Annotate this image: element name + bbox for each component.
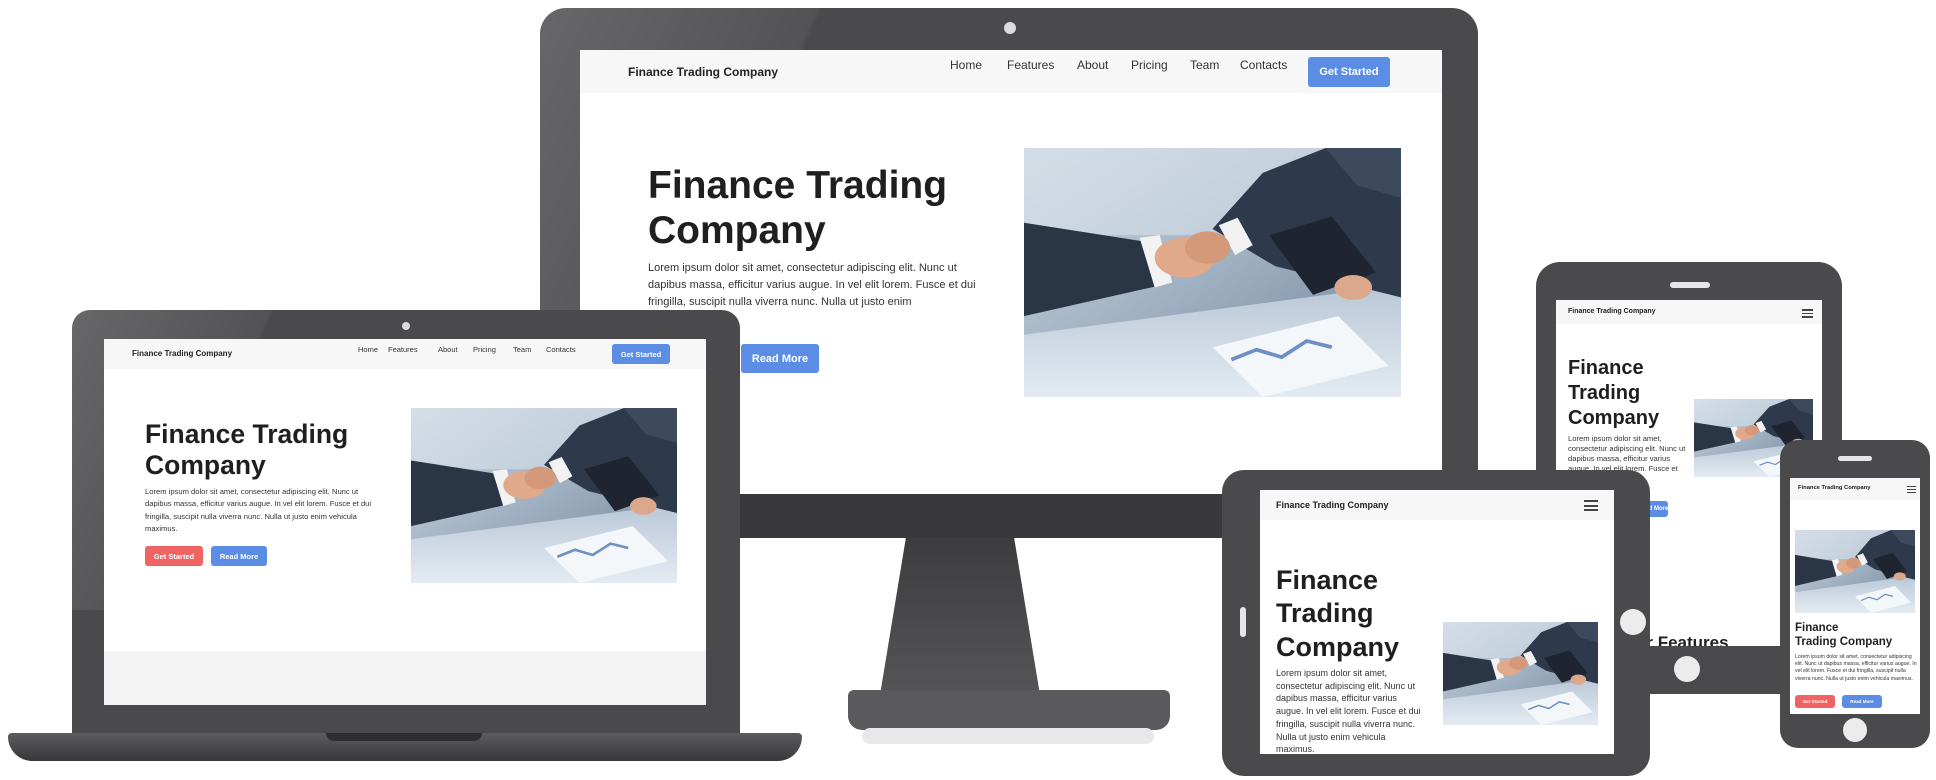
hero-title: Finance Trading Company: [145, 419, 349, 480]
phone-screen: Finance Trading Company Finance Trading …: [1790, 478, 1920, 714]
hamburger-icon[interactable]: [1907, 486, 1916, 493]
home-button-icon: [1620, 609, 1646, 635]
navbar: Finance Trading Company: [1556, 300, 1822, 324]
hero-photo: [1795, 530, 1915, 613]
tablet-screen: Finance Trading Company Finance Trading …: [1260, 490, 1614, 754]
navbar: Finance Trading Company: [1790, 478, 1920, 500]
navbar: Finance Trading Company: [1260, 490, 1614, 520]
hero-title: Finance Trading Company: [1795, 622, 1893, 648]
speaker-slot: [1838, 456, 1872, 461]
brand-logo[interactable]: Finance Trading Company: [628, 65, 778, 79]
speaker-slot: [1670, 282, 1710, 288]
brand-logo[interactable]: Finance Trading Company: [1276, 500, 1389, 510]
hero-text: Lorem ipsum dolor sit amet, consectetur …: [648, 262, 976, 308]
navbar: Finance Trading Company Home Features Ab…: [580, 50, 1442, 93]
get-started-button[interactable]: Get Started: [1308, 57, 1390, 87]
brand-logo[interactable]: Finance Trading Company: [1568, 308, 1656, 315]
home-button-icon: [1843, 718, 1867, 742]
hero-title: Finance Trading Company: [1276, 565, 1400, 662]
laptop-screen: Finance Trading Company Home Features Ab…: [104, 339, 706, 705]
read-more-button[interactable]: Read More: [741, 344, 819, 373]
camera-icon: [1004, 22, 1016, 34]
nav-link-home[interactable]: Home: [358, 345, 378, 354]
hero-text: Lorem ipsum dolor sit amet, consectetur …: [1568, 434, 1686, 473]
home-button-icon: [1674, 656, 1700, 682]
read-more-button[interactable]: Read More: [211, 546, 267, 566]
hero-title: Finance Trading Company: [1568, 357, 1660, 429]
navbar: Finance Trading Company Home Features Ab…: [104, 339, 706, 369]
nav-link-team[interactable]: Team: [1190, 58, 1219, 72]
get-started-button[interactable]: Get Started: [145, 546, 203, 566]
brand-logo[interactable]: Finance Trading Company: [1798, 485, 1870, 491]
hero-title: Finance Trading Company: [648, 164, 948, 253]
hero-text: Lorem ipsum dolor sit amet, consectetur …: [1276, 668, 1421, 754]
nav-link-contacts[interactable]: Contacts: [546, 345, 576, 354]
nav-link-about[interactable]: About: [1077, 58, 1108, 72]
nav-link-home[interactable]: Home: [950, 58, 982, 72]
get-started-button[interactable]: Get Started: [612, 344, 670, 364]
nav-link-pricing[interactable]: Pricing: [1131, 58, 1168, 72]
hero-photo: [1024, 148, 1401, 397]
read-more-button[interactable]: Read More: [1842, 695, 1882, 708]
nav-link-contacts[interactable]: Contacts: [1240, 58, 1287, 72]
nav-link-features[interactable]: Features: [1007, 58, 1054, 72]
monitor-base: [848, 690, 1170, 730]
brand-logo[interactable]: Finance Trading Company: [132, 349, 232, 358]
hamburger-icon[interactable]: [1802, 309, 1813, 318]
monitor-stand: [880, 520, 1040, 695]
hero-text: Lorem ipsum dolor sit amet, consectetur …: [1795, 654, 1917, 682]
nav-link-about[interactable]: About: [438, 345, 458, 354]
hero-photo: [411, 408, 677, 583]
nav-link-team[interactable]: Team: [513, 345, 531, 354]
hamburger-icon[interactable]: [1584, 500, 1598, 511]
speaker-slot: [1240, 607, 1246, 637]
get-started-button[interactable]: Get Started: [1795, 695, 1835, 708]
nav-link-pricing[interactable]: Pricing: [473, 345, 496, 354]
hero-text: Lorem ipsum dolor sit amet, consectetur …: [145, 487, 372, 533]
camera-icon: [402, 322, 410, 330]
hero-photo: [1443, 622, 1598, 725]
nav-link-features[interactable]: Features: [388, 345, 418, 354]
